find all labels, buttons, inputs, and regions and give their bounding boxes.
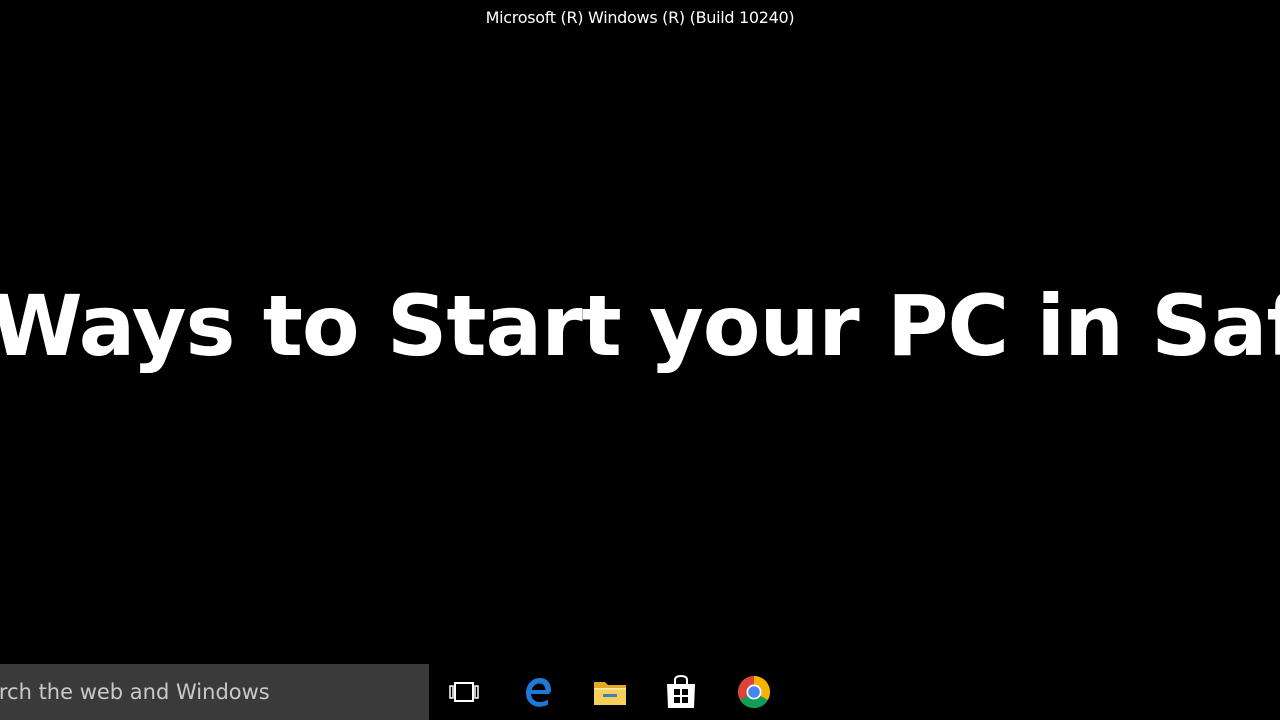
headline-text: Ways to Start your PC in Safe Mod	[0, 277, 1280, 375]
task-view-icon	[447, 680, 481, 704]
edge-icon	[522, 676, 554, 708]
desktop-screen: Microsoft (R) Windows (R) (Build 10240) …	[0, 0, 1280, 720]
chrome-icon	[737, 675, 771, 709]
file-explorer-button[interactable]	[582, 664, 638, 720]
edge-button[interactable]	[510, 664, 566, 720]
store-icon	[665, 675, 697, 709]
chrome-button[interactable]	[726, 664, 782, 720]
build-watermark: Microsoft (R) Windows (R) (Build 10240)	[485, 8, 795, 27]
taskbar	[0, 664, 1280, 720]
store-button[interactable]	[653, 664, 709, 720]
file-explorer-icon	[593, 677, 627, 707]
task-view-button[interactable]	[436, 664, 492, 720]
search-box[interactable]	[0, 664, 429, 720]
search-input[interactable]	[0, 664, 416, 720]
